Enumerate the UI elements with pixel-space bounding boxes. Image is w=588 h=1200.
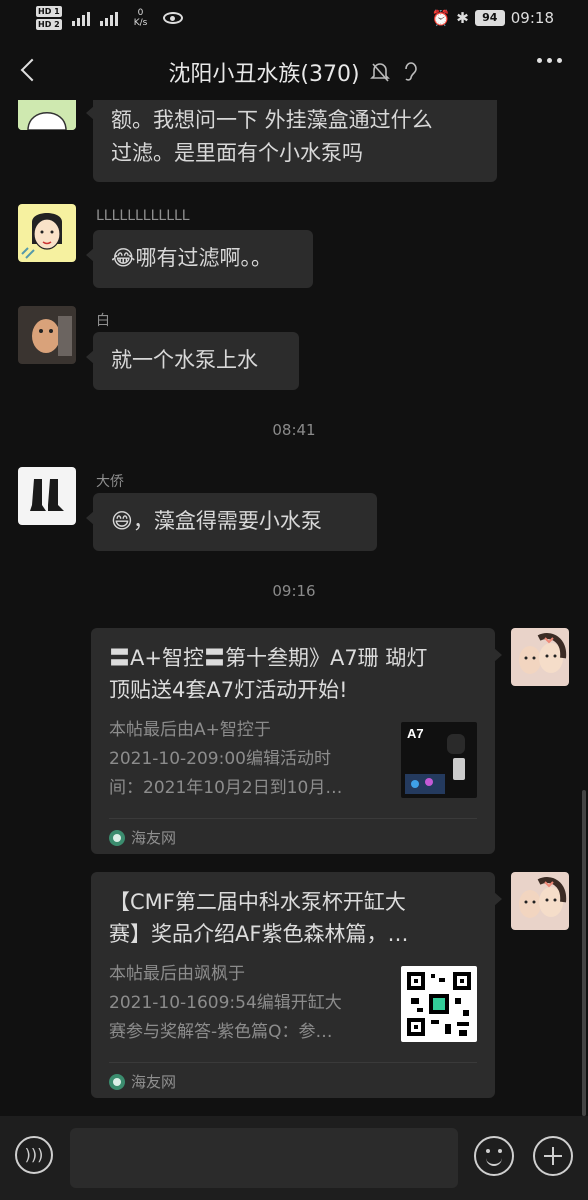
battery-icon: 94 bbox=[474, 10, 505, 26]
clock: 09:18 bbox=[510, 9, 554, 27]
source-logo-icon bbox=[109, 829, 125, 846]
sender-name: 白 bbox=[96, 313, 110, 329]
message-bubble[interactable]: 😄，藻盒得需要小水泵 bbox=[86, 493, 377, 551]
voice-icon[interactable]: ))) bbox=[15, 1136, 53, 1174]
link-card[interactable]: 【CMF第二届中科水泵杯开缸大 赛】奖品介绍AF紫色森林篇，… 本帖最后由飒枫于… bbox=[91, 872, 502, 1098]
chat-title: 沈阳小丑水族(370) bbox=[168, 62, 360, 87]
card-thumbnail: A7 bbox=[401, 722, 477, 798]
input-bar: ))) bbox=[0, 1116, 588, 1200]
timestamp: 08:41 bbox=[272, 421, 316, 439]
avatar[interactable] bbox=[18, 306, 76, 364]
timestamp: 09:16 bbox=[272, 582, 316, 600]
net-speed: 0 K/s bbox=[133, 8, 148, 28]
message-input[interactable] bbox=[70, 1128, 458, 1188]
sender-name: LLLLLLLLLLLL bbox=[96, 208, 190, 224]
message-bubble[interactable]: 额。我想问一下 外挂藻盒通过什么 过滤。是里面有个小水泵吗 bbox=[86, 100, 497, 182]
ear-icon bbox=[404, 62, 417, 81]
message-list[interactable]: 额。我想问一下 外挂藻盒通过什么 过滤。是里面有个小水泵吗 LLLLLLLLLL… bbox=[0, 100, 588, 1116]
avatar[interactable] bbox=[18, 467, 76, 525]
scrollbar[interactable] bbox=[582, 790, 586, 1116]
sender-name: 大侨 bbox=[96, 474, 124, 490]
card-title: 〓A+智控〓第十叁期》A7珊 瑚灯 顶贴送4套A7灯活动开始! bbox=[109, 646, 428, 702]
avatar[interactable] bbox=[511, 872, 569, 930]
message-bubble[interactable]: 😂哪有过滤啊。。 bbox=[86, 230, 313, 288]
card-description: 本帖最后由飒枫于 2021-10-1609:54编辑开缸大 赛参与奖解答-紫色篇… bbox=[109, 964, 342, 1042]
eye-comfort-icon bbox=[163, 12, 184, 24]
svg-text:A7: A7 bbox=[407, 726, 424, 741]
hd2-badge: HD 2 bbox=[36, 19, 62, 30]
avatar[interactable] bbox=[18, 204, 76, 262]
alarm-icon: ⏰ bbox=[431, 9, 451, 27]
card-title: 【CMF第二届中科水泵杯开缸大 赛】奖品介绍AF紫色森林篇，… bbox=[109, 890, 409, 946]
avatar[interactable] bbox=[18, 100, 76, 130]
qr-code-thumbnail bbox=[401, 966, 477, 1042]
emoji-icon[interactable] bbox=[474, 1136, 514, 1176]
message-bubble[interactable]: 就一个水泵上水 bbox=[86, 332, 299, 390]
plus-icon[interactable] bbox=[533, 1136, 573, 1176]
avatar[interactable] bbox=[511, 628, 569, 686]
more-options-icon[interactable] bbox=[537, 58, 562, 63]
mute-bell-icon bbox=[369, 63, 390, 82]
signal-1-icon bbox=[71, 10, 90, 26]
signal-2-icon bbox=[99, 10, 118, 26]
source-logo-icon bbox=[109, 1073, 125, 1090]
grin-emoji: 😄 bbox=[111, 509, 133, 533]
link-card[interactable]: 〓A+智控〓第十叁期》A7珊 瑚灯 顶贴送4套A7灯活动开始! 本帖最后由A+智… bbox=[91, 628, 502, 854]
hd-indicator: HD 1 HD 2 bbox=[36, 6, 62, 30]
card-source: 海友网 bbox=[109, 1062, 477, 1092]
card-description: 本帖最后由A+智控于 2021-10-209:00编辑活动时 间：2021年10… bbox=[109, 720, 343, 798]
hd1-badge: HD 1 bbox=[36, 6, 62, 17]
status-bar: HD 1 HD 2 0 K/s ⏰ ✱ 94 09:18 bbox=[0, 0, 588, 40]
laugh-cry-emoji: 😂 bbox=[111, 246, 136, 270]
card-source: 海友网 bbox=[109, 818, 477, 848]
bluetooth-icon: ✱ bbox=[456, 9, 469, 27]
chat-header: 沈阳小丑水族(370) bbox=[0, 44, 588, 100]
